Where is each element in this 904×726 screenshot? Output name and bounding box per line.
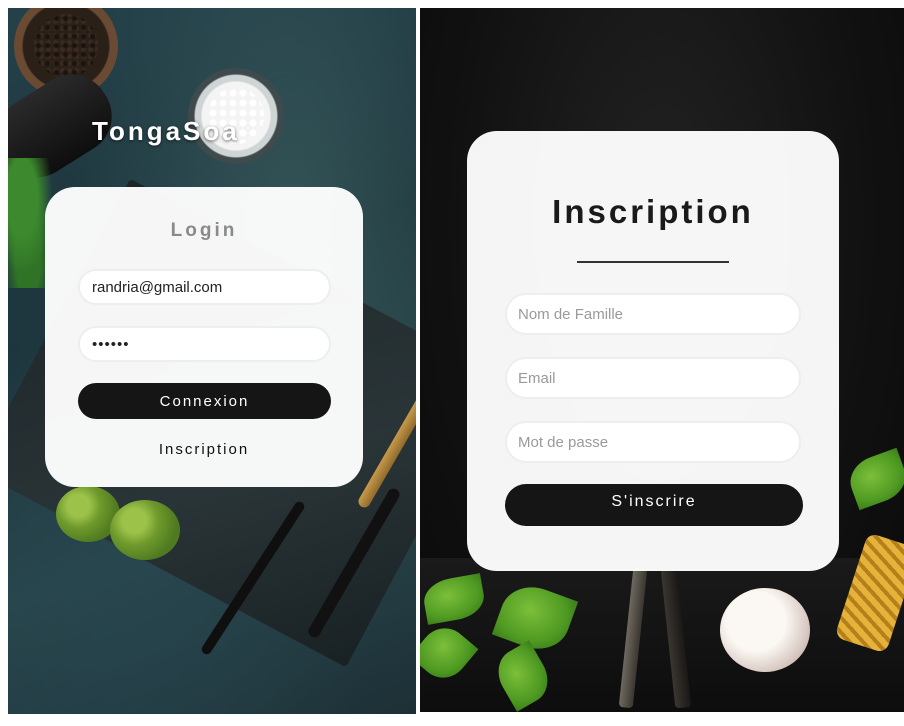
connexion-button[interactable]: Connexion (78, 383, 331, 419)
login-screen: TongaSoa Login Connexion Inscription (8, 8, 416, 714)
login-card: Login Connexion Inscription (45, 187, 363, 487)
register-screen: Inscription S'inscrire (420, 8, 904, 712)
broccoli (110, 500, 180, 560)
title-divider (577, 261, 729, 263)
garlic-bulb (720, 588, 810, 672)
last-name-input[interactable] (505, 293, 801, 335)
email-input[interactable] (78, 269, 331, 305)
sinscrire-button[interactable]: S'inscrire (505, 484, 803, 526)
inscription-link[interactable]: Inscription (45, 441, 363, 458)
register-title: Inscription (552, 193, 754, 230)
register-card: Inscription S'inscrire (467, 131, 839, 571)
password-input[interactable] (78, 326, 331, 362)
app-brand-title: TongaSoa (92, 116, 240, 146)
password-field[interactable] (505, 421, 801, 463)
login-title: Login (170, 220, 238, 241)
email-field[interactable] (505, 357, 801, 399)
basil-leaf (843, 447, 904, 511)
